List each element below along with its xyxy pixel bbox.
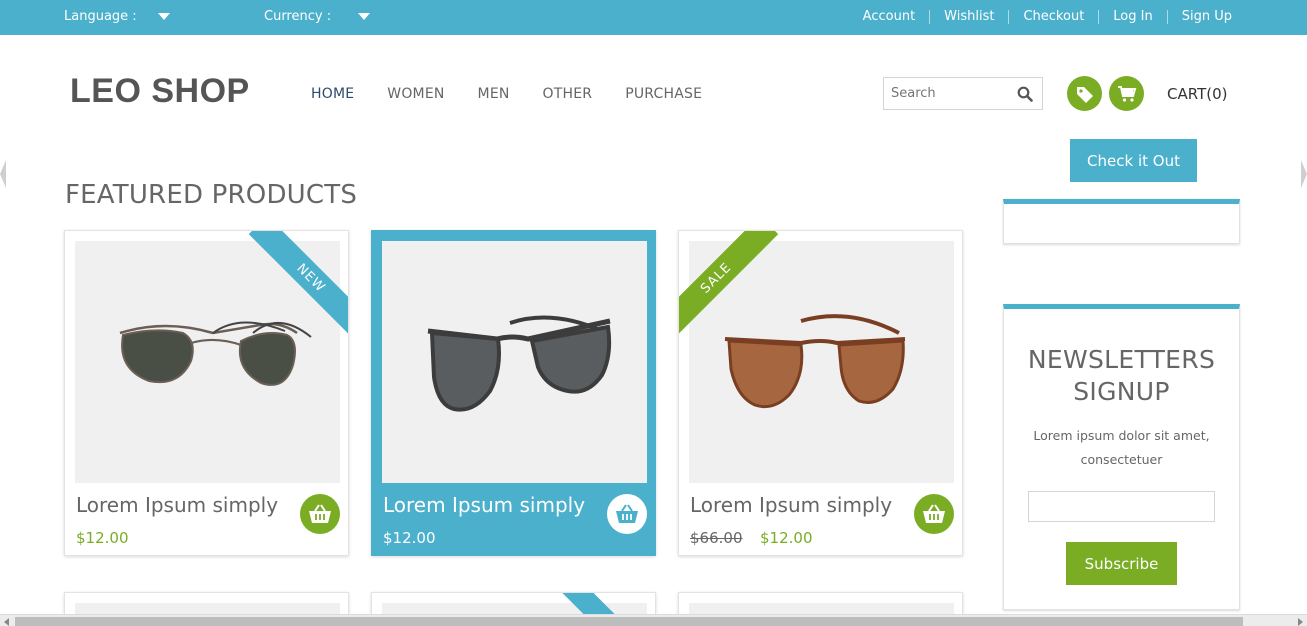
language-label: Language : <box>64 9 137 24</box>
check-it-out-button[interactable]: Check it Out <box>1070 139 1197 182</box>
horizontal-scrollbar[interactable] <box>0 614 1307 626</box>
nav-other[interactable]: OTHER <box>543 86 593 102</box>
divider <box>1166 9 1168 24</box>
chevron-down-icon <box>358 13 370 20</box>
search-icon[interactable] <box>1017 86 1033 102</box>
newsletter-title-line1: NEWSLETTERS <box>1027 345 1216 374</box>
tag-icon <box>1076 86 1093 103</box>
sidebar-block <box>1003 199 1240 244</box>
search-box <box>883 77 1043 110</box>
basket-icon <box>616 504 638 523</box>
slider-next-arrow-icon[interactable] <box>1301 160 1307 188</box>
chevron-down-icon <box>158 13 170 20</box>
cart-link[interactable]: CART(0) <box>1167 85 1227 103</box>
divider <box>1008 9 1010 24</box>
cart-icon-button[interactable] <box>1109 76 1144 111</box>
newsletter-title-line2: SIGNUP <box>1073 377 1170 406</box>
main-nav: HOME WOMEN MEN OTHER PURCHASE <box>311 86 735 102</box>
divider <box>1098 9 1100 24</box>
nav-women[interactable]: WOMEN <box>387 86 444 102</box>
account-links: Account Wishlist Checkout Log In Sign Up <box>863 9 1232 24</box>
basket-icon <box>309 504 331 523</box>
login-link[interactable]: Log In <box>1113 9 1152 24</box>
scroll-left-arrow-icon[interactable] <box>4 618 9 626</box>
section-title: FEATURED PRODUCTS <box>65 180 358 210</box>
nav-men[interactable]: MEN <box>478 86 510 102</box>
newsletter-title: NEWSLETTERS SIGNUP <box>1004 344 1239 408</box>
product-card[interactable]: Lorem Ipsum simply $12.00 <box>371 230 656 556</box>
divider <box>929 9 931 24</box>
currency-label: Currency : <box>264 9 332 24</box>
tag-icon-button[interactable] <box>1067 76 1102 111</box>
product-name[interactable]: Lorem Ipsum simply <box>690 493 892 517</box>
newsletter-box: NEWSLETTERS SIGNUP Lorem ipsum dolor sit… <box>1003 304 1240 610</box>
product-price: $12.00 <box>760 529 813 547</box>
product-price: $12.00 <box>76 529 129 547</box>
newsletter-email-field[interactable] <box>1028 491 1215 522</box>
product-price: $12.00 <box>383 529 436 547</box>
scroll-right-arrow-icon[interactable] <box>1298 618 1303 626</box>
site-logo[interactable]: LEO SHOP <box>70 72 250 111</box>
cart-icon <box>1117 85 1136 102</box>
product-old-price: $66.00 <box>690 529 743 547</box>
account-link[interactable]: Account <box>863 9 916 24</box>
top-bar: Language : Currency : Account Wishlist C… <box>0 0 1307 35</box>
nav-home[interactable]: HOME <box>311 86 354 102</box>
subscribe-button[interactable]: Subscribe <box>1066 542 1177 585</box>
newsletter-text: Lorem ipsum dolor sit amet, consectetuer <box>1033 428 1210 467</box>
product-name[interactable]: Lorem Ipsum simply <box>383 493 585 517</box>
checkout-link[interactable]: Checkout <box>1023 9 1084 24</box>
add-to-cart-button[interactable] <box>914 494 954 534</box>
slider-prev-arrow-icon[interactable] <box>0 160 6 188</box>
product-image[interactable] <box>382 241 647 483</box>
add-to-cart-button[interactable] <box>300 494 340 534</box>
wishlist-link[interactable]: Wishlist <box>944 9 994 24</box>
search-input[interactable] <box>884 78 1009 109</box>
product-card[interactable]: NEW Lorem Ipsum simply $12.00 <box>64 230 349 556</box>
add-to-cart-button[interactable] <box>607 494 647 534</box>
scrollbar-thumb[interactable] <box>15 617 1243 626</box>
product-card[interactable]: SALE Lorem Ipsum simply $66.00 $12.00 <box>678 230 963 556</box>
wayfarer-sunglasses-icon <box>427 315 612 412</box>
basket-icon <box>923 504 945 523</box>
signup-link[interactable]: Sign Up <box>1182 9 1232 24</box>
nav-purchase[interactable]: PURCHASE <box>625 86 702 102</box>
language-selector[interactable]: Language : <box>64 9 170 24</box>
product-name[interactable]: Lorem Ipsum simply <box>76 493 278 517</box>
currency-selector[interactable]: Currency : <box>264 9 370 24</box>
